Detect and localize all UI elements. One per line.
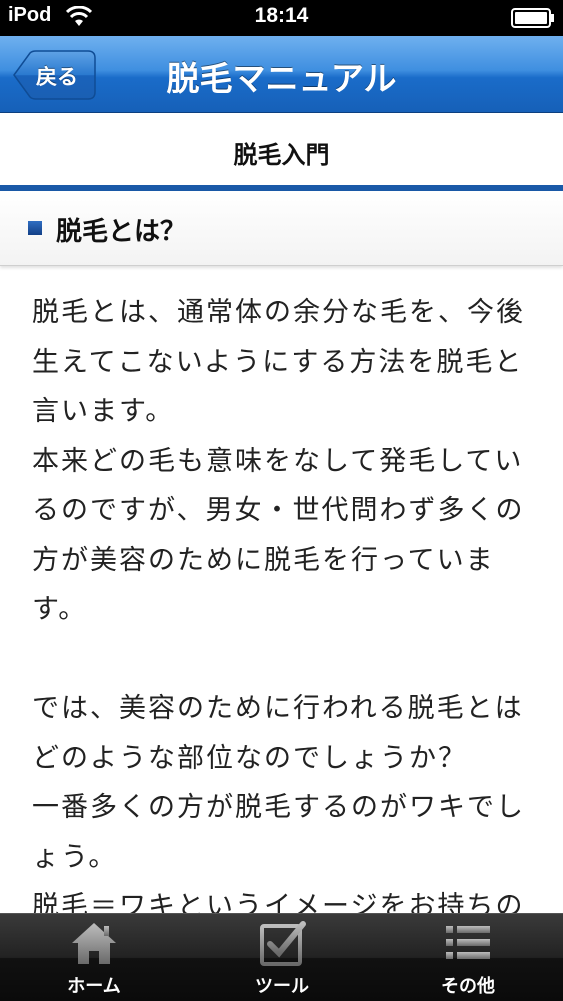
body-paragraph: 本来どの毛も意味をなして発毛しているのですが、男女・世代問わず多くの方が美容のた… [32,445,525,626]
tab-home[interactable]: ホーム [24,914,164,1001]
back-button[interactable]: 戻る [12,50,96,100]
battery-icon [511,8,554,28]
tab-other-label: その他 [441,976,495,997]
checkbox-icon [260,921,306,966]
subsection-header: 脱毛とは？ [0,191,563,266]
tab-tools-label: ツール [255,976,309,997]
body-paragraph: 一番多くの方が脱毛するのがワキでしょう。 [32,792,525,873]
body-paragraph: 脱毛とは、通常体の余分な毛を、今後生えてこないようにする方法を脱毛と言います。 [32,297,525,427]
navigation-bar: 戻る 脱毛マニュアル [0,36,563,113]
section-title: 脱毛入門 [233,141,330,169]
article-body: 脱毛とは、通常体の余分な毛を、今後生えてこないようにする方法を脱毛と言います。 … [32,288,542,913]
home-icon [72,923,116,964]
tab-home-label: ホーム [67,976,121,997]
tab-other[interactable]: その他 [398,914,538,1001]
section-header: 脱毛入門 [0,113,563,185]
body-paragraph: では、美容のために行われる脱毛とはどのような部位なのでしょうか？ [32,693,524,774]
subsection-title: 脱毛とは？ [56,217,187,247]
status-time: 18:14 [254,4,309,27]
square-bullet-icon [28,221,42,235]
list-icon [446,926,490,959]
tab-tools[interactable]: ツール [212,914,352,1001]
body-paragraph: 脱毛＝ワキというイメージをお持ちの [32,891,525,913]
body-paragraph [32,635,542,685]
page-title: 脱毛マニュアル [166,59,397,98]
tab-bar: ホーム ツール その他 [0,913,563,1001]
back-button-label: 戻る [36,65,78,89]
status-bar: iPod 18:14 [0,0,563,36]
